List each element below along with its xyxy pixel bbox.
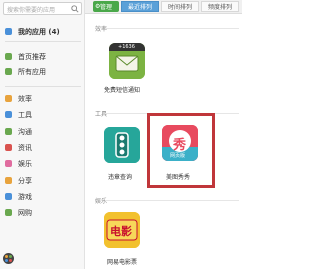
sidebar-item-label: 我的应用 (4)	[18, 28, 60, 36]
sidebar-item-chat[interactable]: 沟通	[0, 126, 85, 138]
sidebar-item-label: 资讯	[18, 144, 32, 152]
sidebar-item-label: 网购	[18, 209, 32, 217]
tab-recent[interactable]: 最近排列	[121, 1, 159, 12]
movie-app-icon[interactable]: 电影	[104, 212, 140, 248]
sidebar-item-label: 沟通	[18, 128, 32, 136]
sidebar-item-home[interactable]: 首页推荐	[0, 51, 85, 63]
sidebar-item-game[interactable]: 游戏	[0, 191, 85, 203]
traffic-app-icon[interactable]	[104, 127, 140, 163]
game-icon	[5, 193, 12, 200]
manage-button-label: 管理	[100, 4, 113, 11]
movie-glyph: 电影	[110, 225, 132, 238]
sidebar-item-label: 娱乐	[18, 160, 32, 168]
sidebar-item-label: 游戏	[18, 193, 32, 201]
category-divider	[105, 28, 239, 29]
person-icon	[5, 28, 12, 35]
sidebar-item-label: 分享	[18, 177, 32, 185]
sidebar-item-efficiency[interactable]: 效率	[0, 93, 85, 105]
sidebar-item-all-apps[interactable]: 所有应用	[0, 66, 85, 78]
category-divider	[105, 200, 239, 201]
search-box[interactable]: 搜索你需要的应用	[3, 2, 82, 15]
search-icon[interactable]	[71, 5, 79, 13]
traffic-light-icon	[104, 127, 140, 163]
sms-badge: +1636	[118, 44, 135, 50]
tools-icon	[5, 111, 12, 118]
sidebar-item-label: 首页推荐	[18, 53, 46, 61]
news-icon	[5, 144, 12, 151]
movie-app-label[interactable]: 网易电影票	[107, 257, 137, 266]
sidebar-item-label: 工具	[18, 111, 32, 119]
app-launcher-icon[interactable]	[3, 253, 14, 264]
sidebar-item-label: 所有应用	[18, 68, 46, 76]
tab-time[interactable]: 时间排列	[161, 1, 199, 12]
shopping-icon	[5, 209, 12, 216]
divider	[5, 41, 81, 42]
home-icon	[5, 53, 12, 60]
sidebar-item-shopping[interactable]: 网购	[0, 207, 85, 219]
traffic-app-label[interactable]: 违章查询	[108, 172, 132, 181]
sidebar-item-entertainment[interactable]: 娱乐	[0, 158, 85, 170]
sms-app-label[interactable]: 免费短信通知	[104, 85, 140, 94]
search-input[interactable]: 搜索你需要的应用	[7, 5, 55, 14]
sidebar-item-label: 效率	[18, 95, 32, 103]
divider	[5, 86, 81, 87]
manage-button[interactable]: ⚙ 管理	[93, 1, 119, 12]
sidebar: 搜索你需要的应用 我的应用 (4) 首页推荐 所有应用 效率 工具 沟通 资讯 …	[0, 0, 85, 269]
sidebar-item-share[interactable]: 分享	[0, 175, 85, 187]
sidebar-item-my-apps[interactable]: 我的应用 (4)	[0, 26, 85, 38]
sidebar-item-tools[interactable]: 工具	[0, 109, 85, 121]
efficiency-icon	[5, 95, 12, 102]
entertainment-icon	[5, 160, 12, 167]
tab-frequency[interactable]: 频度排列	[201, 1, 239, 12]
sidebar-item-news[interactable]: 资讯	[0, 142, 85, 154]
highlight-box	[147, 113, 215, 188]
grid-icon	[5, 68, 12, 75]
chat-icon	[5, 128, 12, 135]
share-icon	[5, 177, 12, 184]
